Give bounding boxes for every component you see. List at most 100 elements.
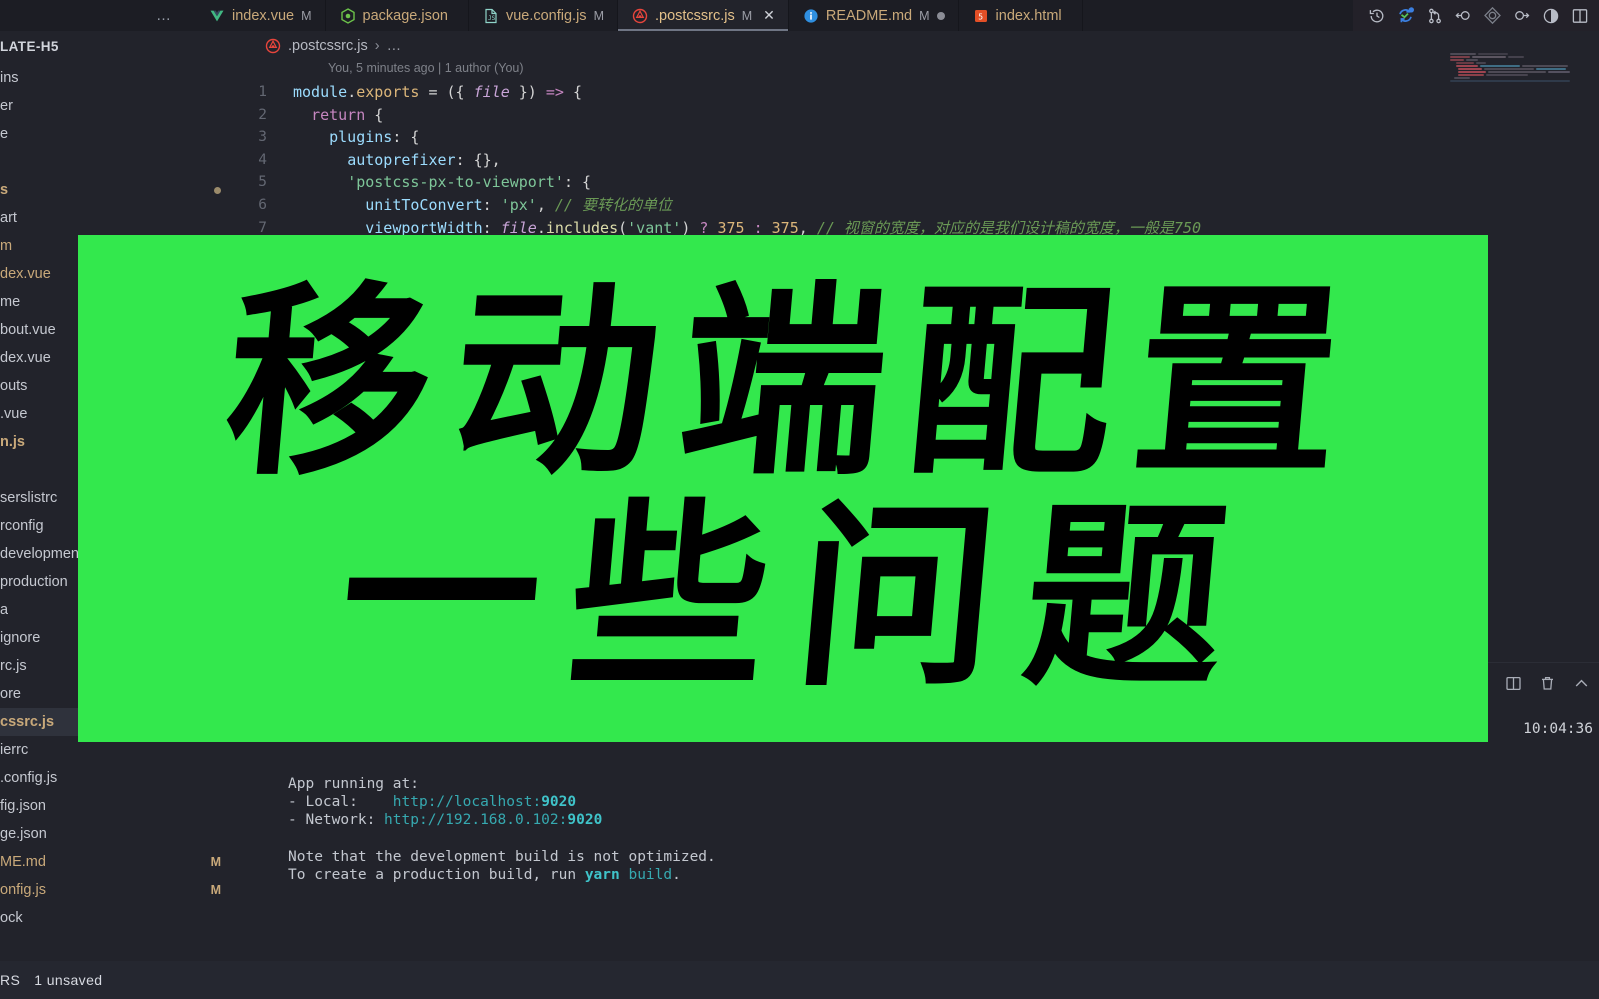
file-label: dex.vue <box>0 350 51 366</box>
file-label: rc.js <box>0 658 27 674</box>
next-change-icon[interactable] <box>1508 2 1535 29</box>
clock-display: 10:04:36 <box>1523 721 1593 737</box>
status-editors-label[interactable]: RS <box>0 972 20 988</box>
list-item[interactable]: onfig.js M <box>0 876 233 904</box>
git-blame-annotation: You, 5 minutes ago | 1 author (You) <box>328 61 524 75</box>
list-item[interactable]: s <box>0 176 233 204</box>
terminal-note-line1: Note that the development build is not o… <box>288 848 716 865</box>
postcss-icon <box>632 8 648 24</box>
html5-icon: 5 <box>973 8 989 24</box>
git-status-badge: M <box>210 883 221 897</box>
tab-label: vue.config.js <box>505 7 587 24</box>
source-control-icon[interactable] <box>1421 2 1448 29</box>
tab-postcssrc-js[interactable]: .postcssrc.js M ✕ <box>617 0 789 31</box>
breadcrumb-file[interactable]: .postcssrc.js <box>288 38 368 54</box>
terminal-network-port: 9020 <box>567 812 603 829</box>
vue-icon <box>209 8 225 24</box>
tab-label: README.md <box>825 7 913 24</box>
terminal-note-line2b: . <box>672 867 681 884</box>
info-icon <box>803 8 819 24</box>
vscode-window: … index.vue M package.json JS vue.config… <box>0 0 1599 999</box>
file-label: production <box>0 574 68 590</box>
nodejs-icon <box>340 7 356 24</box>
tab-modified-flag: M <box>919 8 930 23</box>
list-item[interactable]: art <box>0 204 233 232</box>
terminal-header: App running at: <box>288 776 419 792</box>
previous-change-icon[interactable] <box>1450 2 1477 29</box>
code-line: 3 plugins: { <box>233 126 1599 149</box>
file-label: cssrc.js <box>0 714 55 730</box>
line-text: unitToConvert: 'px', // 要转化的单位 <box>365 195 672 214</box>
tab-index-vue[interactable]: index.vue M <box>195 0 326 31</box>
tab-modified-flag: M <box>741 8 753 23</box>
terminal-yarn-keyword: yarn <box>584 867 620 884</box>
tab-label: index.html <box>995 7 1062 24</box>
panel-actions <box>1503 673 1591 693</box>
tab-index-html[interactable]: 5 index.html <box>958 0 1083 31</box>
list-item[interactable]: ock <box>0 904 233 932</box>
list-item[interactable]: ins <box>0 64 233 92</box>
list-item[interactable]: .config.js <box>0 764 233 792</box>
line-text: plugins: { <box>329 128 420 147</box>
current-change-icon[interactable] <box>1479 2 1506 29</box>
tab-overflow-ellipsis[interactable]: … <box>0 0 195 31</box>
file-label: ock <box>0 910 23 926</box>
terminal-network-url[interactable]: http://192.168.0.102: <box>375 812 567 828</box>
file-label: n.js <box>0 434 25 450</box>
file-label: er <box>0 98 13 114</box>
line-text: return { <box>311 105 384 124</box>
file-label: fig.json <box>0 798 46 814</box>
breadcrumb-rest[interactable]: … <box>387 38 403 54</box>
terminal-local-url[interactable]: http://localhost: <box>393 794 541 810</box>
file-label: serslistrc <box>0 490 58 506</box>
file-label: ierrc <box>0 742 29 758</box>
code-line: 4 autoprefixer: {}, <box>233 149 1599 172</box>
tab-vue-config-js[interactable]: JS vue.config.js M <box>468 0 618 31</box>
terminal-output[interactable]: App running at: - Local: http://localhos… <box>288 775 716 884</box>
tab-modified-flag: M <box>301 8 312 23</box>
modified-dot-icon <box>214 186 221 194</box>
file-label: outs <box>0 378 28 394</box>
tab-close-icon[interactable]: ✕ <box>763 7 775 24</box>
list-item[interactable]: er <box>0 92 233 120</box>
file-label: a <box>0 602 9 618</box>
timeline-history-icon[interactable] <box>1363 2 1390 29</box>
svg-text:JS: JS <box>488 15 496 22</box>
file-label: ge.json <box>0 826 47 842</box>
file-label: dex.vue <box>0 266 51 282</box>
editor-actions <box>1353 0 1599 31</box>
list-item[interactable]: ge.json <box>0 820 233 848</box>
status-unsaved-count[interactable]: 1 unsaved <box>34 972 102 988</box>
sync-changes-icon[interactable] <box>1392 2 1419 29</box>
js-file-icon: JS <box>483 8 499 24</box>
terminal-note-line2a: To create a production build, run <box>288 867 585 884</box>
breadcrumb[interactable]: .postcssrc.js › … <box>233 31 1599 61</box>
tab-readme-md[interactable]: README.md M <box>788 0 959 31</box>
list-item[interactable] <box>0 148 233 176</box>
list-item[interactable]: fig.json <box>0 792 233 820</box>
code-line: 1 module.exports = ({ file }) => { <box>233 81 1599 104</box>
terminal-local-port: 9020 <box>541 794 577 811</box>
line-number: 4 <box>258 151 267 168</box>
tab-modified-flag: M <box>593 8 604 23</box>
tab-package-json[interactable]: package.json <box>325 0 469 31</box>
status-bar: RS 1 unsaved <box>0 961 1599 999</box>
line-number: 6 <box>258 196 267 213</box>
postcss-icon <box>265 38 281 54</box>
toggle-inline-view-icon[interactable] <box>1537 2 1564 29</box>
maximize-panel-icon[interactable] <box>1571 673 1591 693</box>
terminal-local-label: - Local: <box>288 794 376 811</box>
line-text: module.exports = ({ file }) => { <box>293 83 582 101</box>
file-label: .vue <box>0 406 28 422</box>
split-terminal-icon[interactable] <box>1503 673 1523 693</box>
kill-terminal-icon[interactable] <box>1537 673 1557 693</box>
file-label: rconfig <box>0 518 44 534</box>
split-editor-icon[interactable] <box>1566 2 1593 29</box>
terminal-build-keyword: build <box>619 867 673 884</box>
explorer-root-title: LATE-H5 <box>0 39 59 54</box>
file-label: e <box>0 126 9 142</box>
list-item[interactable]: e <box>0 120 233 148</box>
list-item[interactable]: ME.md M <box>0 848 233 876</box>
code-content[interactable]: 1 module.exports = ({ file }) => { 2 ret… <box>233 81 1599 239</box>
tab-label: package.json <box>362 7 448 24</box>
